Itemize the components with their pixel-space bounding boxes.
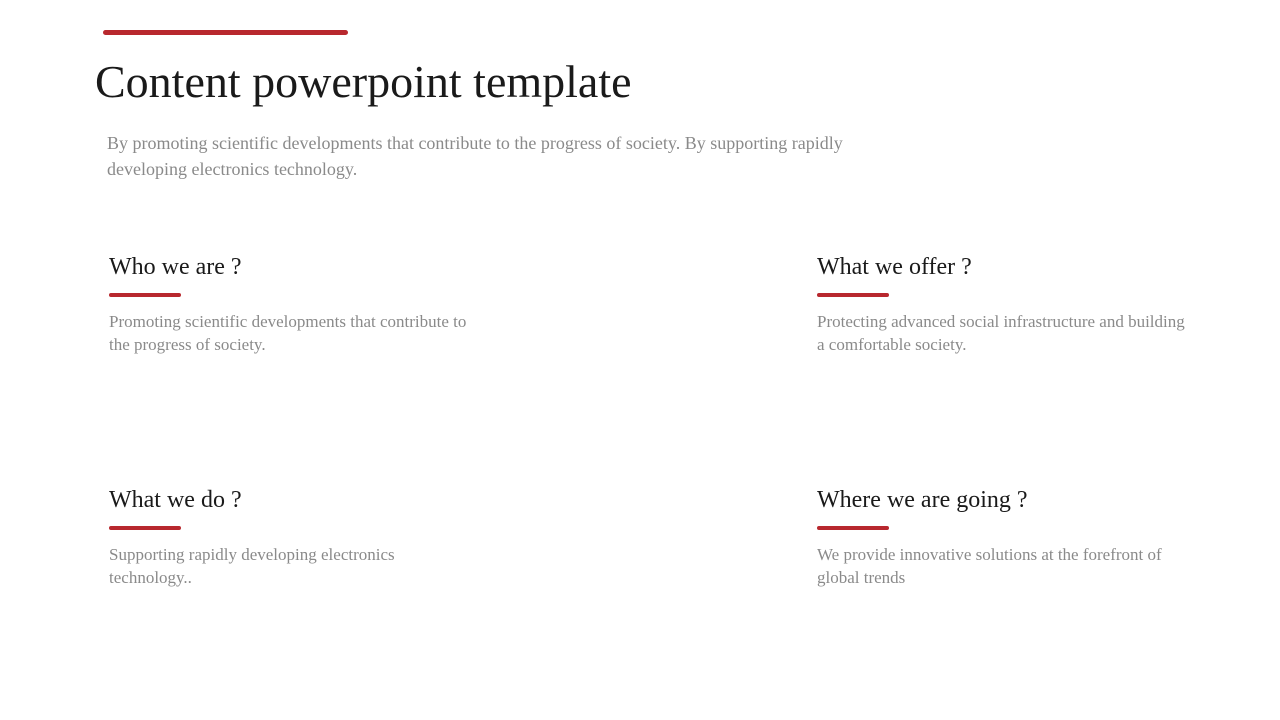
slide-container: Content powerpoint template By promoting…	[0, 0, 1280, 630]
section-accent-bar	[817, 293, 889, 297]
section-heading: Who we are ?	[109, 254, 477, 281]
section-accent-bar	[109, 526, 181, 530]
section-body: Promoting scientific developments that c…	[109, 311, 477, 357]
section-where-we-are-going: Where we are going ? We provide innovati…	[817, 487, 1185, 590]
section-body: We provide innovative solutions at the f…	[817, 544, 1185, 590]
section-body: Protecting advanced social infrastructur…	[817, 311, 1185, 357]
section-who-we-are: Who we are ? Promoting scientific develo…	[109, 254, 477, 357]
section-heading: What we offer ?	[817, 254, 1185, 281]
section-body: Supporting rapidly developing electronic…	[109, 544, 477, 590]
sections-grid: Who we are ? Promoting scientific develo…	[109, 254, 1185, 590]
title-accent-bar	[103, 30, 348, 35]
section-heading: Where we are going ?	[817, 487, 1185, 514]
section-accent-bar	[109, 293, 181, 297]
page-title: Content powerpoint template	[95, 57, 1185, 108]
section-heading: What we do ?	[109, 487, 477, 514]
section-what-we-do: What we do ? Supporting rapidly developi…	[109, 487, 477, 590]
page-subtitle: By promoting scientific developments tha…	[107, 130, 907, 182]
section-what-we-offer: What we offer ? Protecting advanced soci…	[817, 254, 1185, 357]
section-accent-bar	[817, 526, 889, 530]
